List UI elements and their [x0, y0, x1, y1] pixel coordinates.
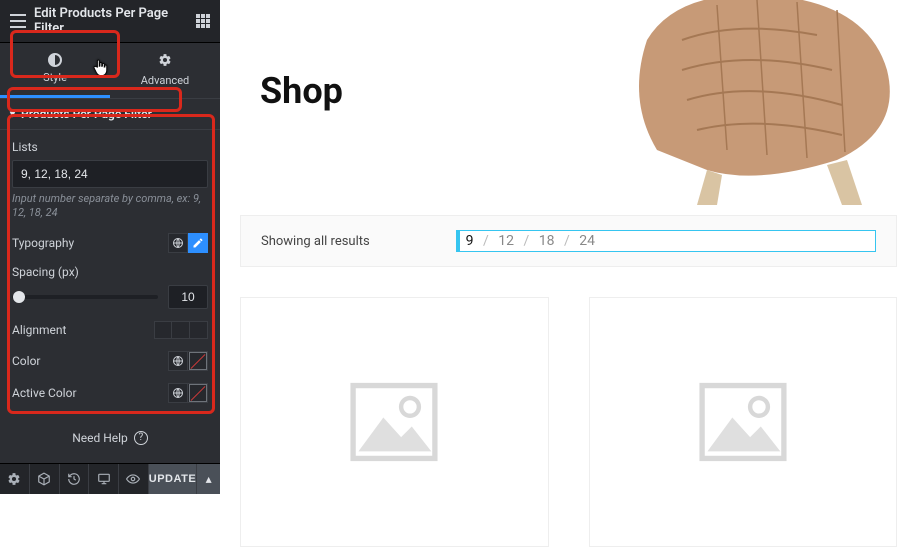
lists-hint: Input number separate by comma, ex: 9, 1… — [12, 192, 208, 221]
spacing-slider-thumb[interactable] — [13, 291, 25, 303]
need-help-label: Need Help — [72, 431, 128, 445]
active-color-global-icon[interactable] — [168, 383, 188, 403]
product-card[interactable] — [240, 297, 549, 547]
alignment-label: Alignment — [12, 323, 66, 337]
caret-down-icon: ▾ — [10, 109, 15, 120]
section-products-per-page-filter[interactable]: ▾ Products Per Page Filter — [0, 98, 220, 130]
ppp-option-24[interactable]: 24 — [579, 233, 595, 249]
align-center-button[interactable] — [172, 321, 190, 339]
spacing-label: Spacing (px) — [12, 265, 208, 279]
hero-chair-image — [587, 0, 917, 210]
color-global-icon[interactable] — [168, 351, 188, 371]
section-title-label: Products Per Page Filter — [21, 107, 152, 121]
settings-icon[interactable] — [0, 464, 30, 494]
no-color-icon — [189, 384, 207, 402]
typography-edit-icon[interactable] — [188, 233, 208, 253]
placeholder-image-icon — [349, 382, 439, 462]
results-text: Showing all results — [261, 234, 370, 249]
page-title: Shop — [260, 70, 343, 112]
align-right-button[interactable] — [190, 321, 208, 339]
spacing-value-input[interactable] — [168, 285, 208, 309]
panel-header-title: Edit Products Per Page Filter — [34, 6, 196, 36]
update-more-button[interactable]: ▴ — [196, 464, 220, 494]
ppp-separator: / — [523, 233, 529, 249]
responsive-icon[interactable] — [89, 464, 119, 494]
menu-icon[interactable] — [10, 14, 26, 28]
lists-label: Lists — [12, 140, 208, 154]
alignment-options — [154, 321, 208, 339]
ppp-option-18[interactable]: 18 — [539, 233, 555, 249]
color-label: Color — [12, 354, 40, 368]
help-icon: ? — [134, 431, 148, 445]
no-color-icon — [189, 352, 207, 370]
preview-icon[interactable] — [119, 464, 149, 494]
tab-advanced[interactable]: Advanced — [110, 43, 220, 98]
tab-style[interactable]: Style — [0, 43, 110, 98]
ppp-option-12[interactable]: 12 — [498, 233, 514, 249]
history-icon[interactable] — [60, 464, 90, 494]
style-icon — [48, 53, 62, 67]
spacing-slider[interactable] — [12, 295, 158, 299]
tab-bar: Style Advanced — [0, 43, 220, 98]
tab-advanced-label: Advanced — [141, 74, 189, 87]
products-per-page-widget[interactable]: 9 / 12 / 18 / 24 — [456, 230, 876, 252]
ppp-separator: / — [483, 233, 489, 249]
widgets-grid-icon[interactable] — [196, 14, 210, 28]
ppp-option-9[interactable]: 9 — [466, 233, 474, 249]
navigator-icon[interactable] — [30, 464, 60, 494]
active-color-swatch[interactable] — [188, 383, 208, 403]
typography-global-icon[interactable] — [168, 233, 188, 253]
tab-style-label: Style — [43, 71, 67, 84]
ppp-separator: / — [564, 233, 570, 249]
product-card[interactable] — [589, 297, 898, 547]
active-color-label: Active Color — [12, 386, 77, 400]
lists-input[interactable] — [12, 160, 208, 188]
color-swatch[interactable] — [188, 351, 208, 371]
typography-label: Typography — [12, 236, 74, 250]
need-help-link[interactable]: Need Help ? — [0, 417, 220, 463]
align-left-button[interactable] — [154, 321, 172, 339]
gear-icon — [110, 53, 220, 70]
placeholder-image-icon — [698, 382, 788, 462]
update-button[interactable]: UPDATE — [149, 464, 196, 494]
